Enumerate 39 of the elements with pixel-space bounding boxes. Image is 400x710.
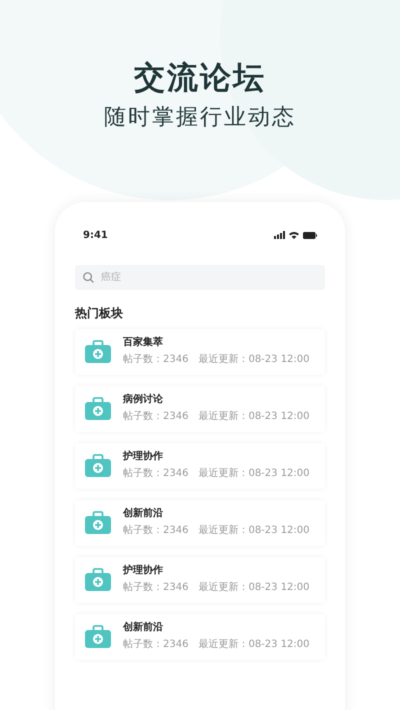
subheadline: 随时掌握行业动态: [104, 105, 296, 132]
last-updated: 最近更新：08-23 12:00: [198, 582, 310, 594]
last-updated: 最近更新：08-23 12:00: [198, 354, 310, 366]
post-count: 帖子数：2346: [123, 582, 188, 594]
headline: 交流论坛: [134, 60, 266, 98]
post-count: 帖子数：2346: [123, 468, 188, 480]
post-count: 帖子数：2346: [123, 525, 188, 538]
forum-name: 百家集萃: [123, 337, 164, 350]
forum-name: 病例讨论: [123, 394, 164, 406]
search-field[interactable]: 癌症: [75, 264, 325, 290]
forum-card[interactable]: 病例讨论 帖子数：2346 最近更新：08-23 12:00: [75, 386, 325, 432]
battery-icon: [303, 232, 317, 239]
forum-card[interactable]: 创新前沿 帖子数：2346 最近更新：08-23 12:00: [75, 500, 325, 546]
post-count: 帖子数：2346: [123, 639, 188, 652]
status-time: 9:41: [83, 228, 108, 243]
signal-icon: [274, 231, 285, 240]
forum-card[interactable]: 护理协作 帖子数：2346 最近更新：08-23 12:00: [75, 442, 325, 489]
last-updated: 最近更新：08-23 12:00: [198, 411, 310, 424]
forum-name: 创新前沿: [123, 622, 164, 634]
last-updated: 最近更新：08-23 12:00: [198, 468, 310, 480]
search-icon: [83, 272, 94, 283]
medical-kit-icon: [85, 454, 111, 478]
forum-card[interactable]: 创新前沿 帖子数：2346 最近更新：08-23 12:00: [75, 614, 325, 660]
forum-card[interactable]: 百家集萃 帖子数：2346 最近更新：08-23 12:00: [75, 328, 325, 375]
forum-name: 护理协作: [123, 451, 164, 464]
last-updated: 最近更新：08-23 12:00: [198, 639, 310, 652]
medical-kit-icon: [85, 511, 111, 534]
medical-kit-icon: [85, 625, 111, 648]
forum-name: 创新前沿: [123, 508, 164, 520]
forum-card[interactable]: 护理协作 帖子数：2346 最近更新：08-23 12:00: [75, 556, 325, 603]
forum-name: 护理协作: [123, 565, 164, 578]
section-title: 热门板块: [75, 304, 124, 322]
medical-kit-icon: [85, 397, 111, 420]
medical-kit-icon: [85, 340, 111, 364]
post-count: 帖子数：2346: [123, 411, 188, 424]
post-count: 帖子数：2346: [123, 354, 188, 366]
last-updated: 最近更新：08-23 12:00: [198, 525, 310, 538]
wifi-icon: [289, 231, 299, 240]
medical-kit-icon: [85, 568, 111, 592]
